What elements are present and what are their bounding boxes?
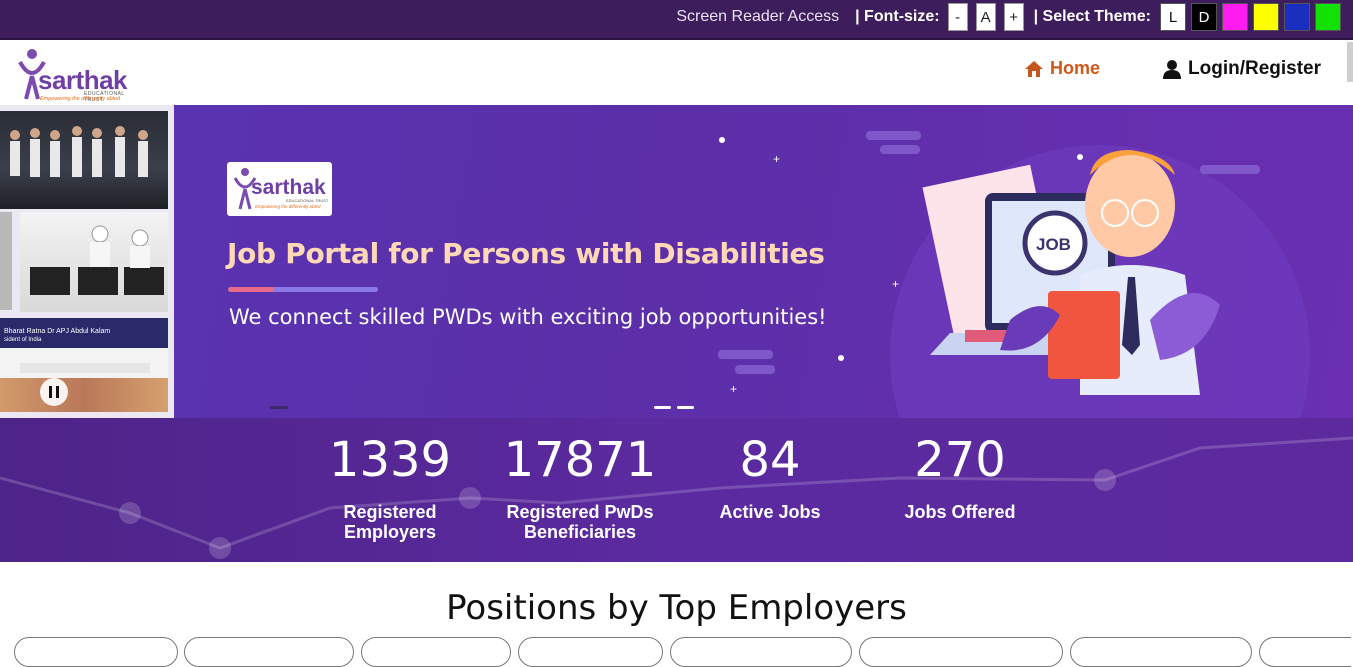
font-increase-button[interactable]: + [1003,3,1024,31]
banner-logo-subtext: EDUCATIONAL TRUST [286,198,329,203]
site-header: sarthak EDUCATIONAL TRUST Empowering the… [0,42,1353,105]
collage-caption: Bharat Ratna Dr APJ Abdul Kalam [4,328,111,335]
banner-logo-tagline: Empowering the differently abled [255,204,321,209]
employer-card[interactable] [361,637,511,667]
font-reset-button[interactable]: A [975,3,996,31]
slideshow-pause-button[interactable] [40,378,68,406]
positions-heading: Positions by Top Employers [446,588,907,628]
carousel-indicator-2[interactable] [677,406,694,409]
theme-magenta-button[interactable] [1222,3,1248,31]
banner-divider [228,287,378,292]
stat-value: 270 [914,432,1006,488]
banner-logo-card: sarthak EDUCATIONAL TRUST Empowering the… [227,162,332,216]
theme-yellow-button[interactable] [1253,3,1279,31]
stats-background-graph [0,436,1353,559]
nav-login-register-link[interactable]: Login/Register [1162,58,1321,80]
stat-active-jobs: 84 Active Jobs [680,432,860,522]
nav-home-link[interactable]: Home [1024,58,1100,79]
side-photo [0,212,12,310]
svg-text:+: + [773,152,780,166]
theme-green-button[interactable] [1315,3,1341,31]
pause-icon [49,386,59,398]
group-photo [0,111,168,209]
screen-reader-access-link[interactable]: Screen Reader Access [676,8,839,26]
employer-card[interactable] [14,637,178,667]
font-decrease-button[interactable]: - [947,3,968,31]
carousel-indicator-left[interactable] [270,406,288,409]
stat-label: Registered Employers [343,502,437,542]
banner-subtitle: We connect skilled PWDs with exciting jo… [229,305,827,329]
illustration-job-text: JOB [1036,235,1071,254]
stat-label: Jobs Offered [904,502,1016,522]
photo-collage: Bharat Ratna Dr APJ Abdul Kalam sident o… [0,105,174,418]
employer-card[interactable] [670,637,852,667]
stat-value: 1339 [328,432,452,488]
svg-text:+: + [730,382,737,396]
stat-jobs-offered: 270 Jobs Offered [870,432,1050,522]
banner-title: Job Portal for Persons with Disabilities [227,237,825,270]
logo-tagline: Empowering the differently abled [40,96,121,102]
user-icon [1163,60,1181,79]
stat-value: 84 [739,432,801,488]
nav-login-label: Login/Register [1188,58,1322,79]
stat-registered-employers: 1339 Registered Employers [300,432,480,542]
carousel-indicator-1[interactable] [654,406,671,409]
event-photo: Bharat Ratna Dr APJ Abdul Kalam sident o… [0,318,168,412]
employer-card[interactable] [859,637,1063,667]
stat-label: Active Jobs [719,502,821,522]
sarthak-logo[interactable]: sarthak EDUCATIONAL TRUST Empowering the… [14,44,134,106]
employer-card[interactable] [518,637,663,667]
home-icon [1025,60,1043,77]
hero-banner: + + + JOB Bharat Ratna Dr APJ Abdul Kala… [0,105,1353,418]
employer-card[interactable] [184,637,354,667]
font-size-label: | Font-size: [855,8,940,25]
theme-blue-button[interactable] [1284,3,1310,31]
theme-label: | Select Theme: [1033,8,1151,25]
stats-section: 1339 Registered Employers 17871 Register… [0,418,1353,562]
theme-light-button[interactable]: L [1160,3,1186,31]
employer-card[interactable] [1070,637,1252,667]
stat-registered-pwds: 17871 Registered PwDs Beneficiaries [490,432,670,542]
banner-logo-text: sarthak [251,176,326,199]
stat-label: Registered PwDs Beneficiaries [506,502,654,542]
scrollbar[interactable] [1347,42,1353,82]
stat-value: 17871 [503,432,657,488]
theme-dark-button[interactable]: D [1191,3,1217,31]
laptops-scene [30,225,164,295]
people-silhouette [10,126,148,177]
accessibility-bar: Screen Reader Access | Font-size: - A + … [0,0,1353,40]
employer-card[interactable] [1259,637,1351,667]
accessibility-controls: Screen Reader Access | Font-size: - A + … [676,3,1341,31]
svg-text:+: + [892,277,899,291]
computer-training-photo [20,212,168,312]
nav-home-label: Home [1050,58,1101,78]
collage-caption-2: sident of India [4,337,42,343]
